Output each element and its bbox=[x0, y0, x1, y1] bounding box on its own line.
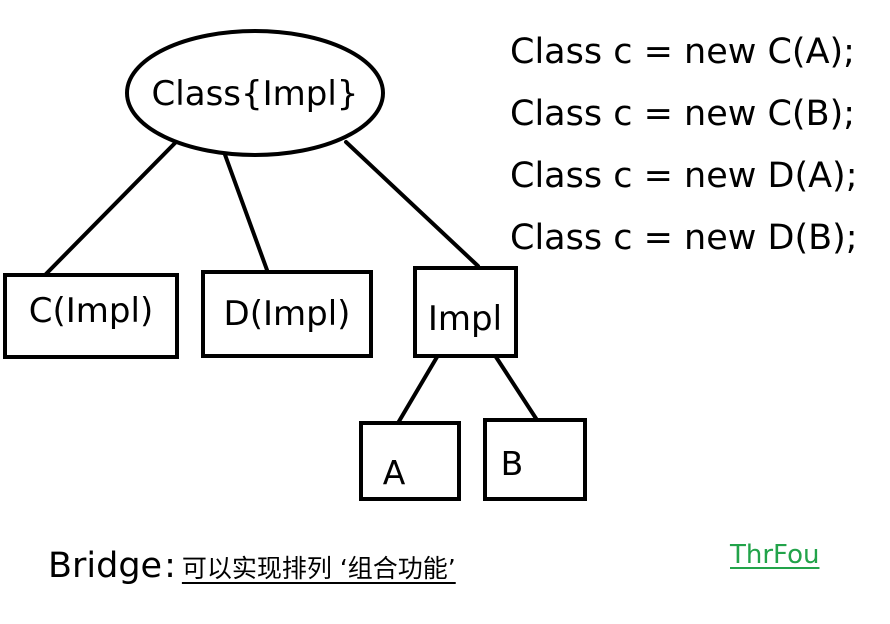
code-line-3: Class c = new D(A); bbox=[510, 156, 858, 196]
bridge-separator: : bbox=[164, 546, 176, 586]
node-root: Class{Impl} bbox=[125, 29, 385, 157]
impl-label: Impl bbox=[428, 299, 502, 339]
c-impl-label: C(Impl) bbox=[29, 291, 153, 331]
node-c-impl: C(Impl) bbox=[3, 273, 179, 359]
bridge-label: Bridge bbox=[48, 546, 163, 586]
node-d-impl: D(Impl) bbox=[201, 270, 373, 358]
bridge-note: 可以实现排列 ‘组合功能’ bbox=[181, 554, 456, 583]
a-box bbox=[359, 421, 461, 501]
root-label: Class{Impl} bbox=[152, 74, 359, 114]
edge-impl-to-a bbox=[396, 355, 439, 425]
code-line-2: Class c = new C(B); bbox=[510, 94, 856, 134]
bridge-caption: Bridge: 可以实现排列 ‘组合功能’ bbox=[48, 546, 476, 586]
b-label: B bbox=[501, 444, 524, 483]
node-a: A bbox=[359, 421, 461, 501]
edge-root-to-d-impl bbox=[222, 150, 269, 272]
d-impl-label: D(Impl) bbox=[224, 294, 351, 334]
node-b: B bbox=[483, 418, 587, 501]
node-impl: Impl bbox=[413, 266, 518, 358]
code-line-1: Class c = new C(A); bbox=[510, 32, 855, 72]
code-line-4: Class c = new D(B); bbox=[510, 218, 858, 258]
edge-impl-to-b bbox=[494, 355, 539, 422]
a-label: A bbox=[383, 453, 406, 492]
brand-link[interactable]: ThrFou bbox=[730, 540, 819, 570]
edge-root-to-impl bbox=[344, 140, 480, 268]
edge-root-to-c-impl bbox=[44, 140, 178, 276]
